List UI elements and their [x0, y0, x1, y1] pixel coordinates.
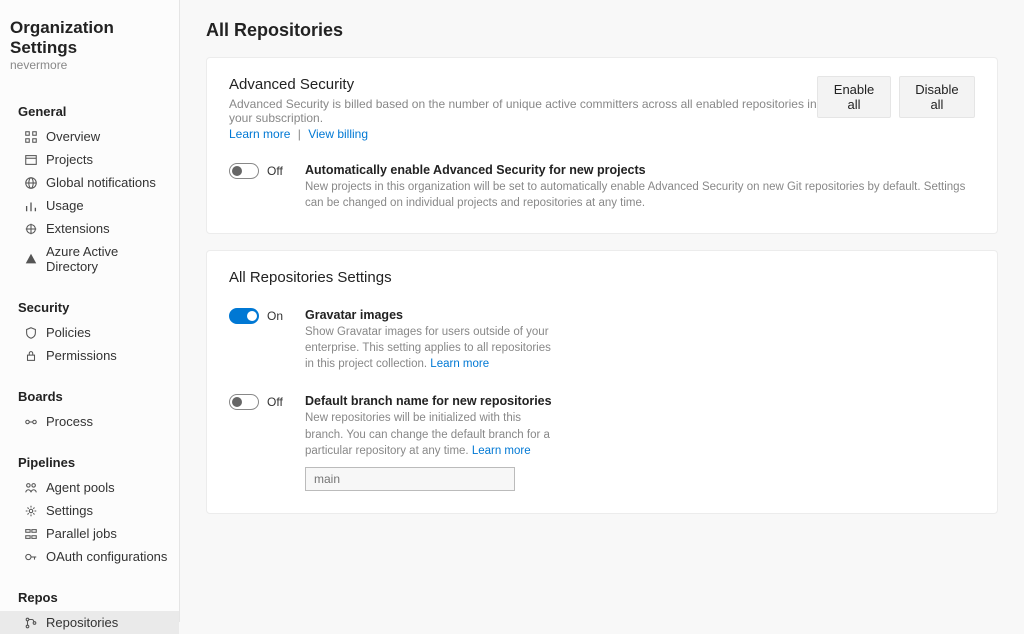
- sidebar-item-label: Global notifications: [46, 175, 156, 190]
- azure-icon: [24, 252, 38, 266]
- default-branch-toggle[interactable]: [229, 394, 259, 410]
- sidebar-item-label: Process: [46, 414, 93, 429]
- learn-more-link[interactable]: Learn more: [229, 127, 290, 141]
- sidebar-item-permissions[interactable]: Permissions: [0, 344, 179, 367]
- sidebar-item-usage[interactable]: Usage: [0, 194, 179, 217]
- gravatar-toggle[interactable]: [229, 308, 259, 324]
- sidebar-item-azure-ad[interactable]: Azure Active Directory: [0, 240, 179, 278]
- shield-icon: [24, 326, 38, 340]
- gravatar-learn-more-link[interactable]: Learn more: [430, 358, 489, 370]
- sidebar-item-parallel-jobs[interactable]: Parallel jobs: [0, 522, 179, 545]
- sidebar-item-label: Azure Active Directory: [46, 244, 169, 274]
- sidebar-item-repositories[interactable]: Repositories: [0, 611, 179, 634]
- gravatar-desc: Show Gravatar images for users outside o…: [305, 324, 555, 372]
- sidebar-item-extensions[interactable]: Extensions: [0, 217, 179, 240]
- gravatar-state: On: [267, 309, 283, 323]
- sidebar-item-label: Overview: [46, 129, 100, 144]
- advanced-security-title: Advanced Security: [229, 76, 817, 93]
- org-name: nevermore: [10, 58, 169, 72]
- repo-icon: [24, 616, 38, 630]
- all-repos-settings-card: All Repositories Settings On Gravatar im…: [206, 250, 998, 514]
- extensions-icon: [24, 222, 38, 236]
- view-billing-link[interactable]: View billing: [308, 127, 368, 141]
- auto-enable-state: Off: [267, 164, 283, 178]
- sidebar-item-label: Repositories: [46, 615, 118, 630]
- default-branch-desc: New repositories will be initialized wit…: [305, 410, 555, 458]
- sidebar-item-label: Permissions: [46, 348, 117, 363]
- default-branch-learn-more-link[interactable]: Learn more: [472, 445, 531, 457]
- parallel-icon: [24, 527, 38, 541]
- projects-icon: [24, 153, 38, 167]
- key-icon: [24, 550, 38, 564]
- sidebar-item-projects[interactable]: Projects: [0, 148, 179, 171]
- sidebar: Organization Settings nevermore General …: [0, 0, 180, 622]
- sidebar-item-process[interactable]: Process: [0, 410, 179, 433]
- bar-chart-icon: [24, 199, 38, 213]
- sidebar-item-label: Usage: [46, 198, 84, 213]
- sidebar-item-label: Agent pools: [46, 480, 115, 495]
- auto-enable-title: Automatically enable Advanced Security f…: [305, 163, 975, 177]
- gravatar-title: Gravatar images: [305, 308, 975, 322]
- sidebar-item-label: Parallel jobs: [46, 526, 117, 541]
- lock-icon: [24, 349, 38, 363]
- sidebar-group-general: General: [0, 100, 179, 125]
- advanced-security-card: Advanced Security Advanced Security is b…: [206, 57, 998, 234]
- sidebar-item-label: OAuth configurations: [46, 549, 167, 564]
- gear-icon: [24, 504, 38, 518]
- sidebar-item-label: Settings: [46, 503, 93, 518]
- grid-icon: [24, 130, 38, 144]
- auto-enable-toggle[interactable]: [229, 163, 259, 179]
- sidebar-item-oauth[interactable]: OAuth configurations: [0, 545, 179, 568]
- agents-icon: [24, 481, 38, 495]
- org-settings-title: Organization Settings: [10, 18, 169, 58]
- sidebar-group-security: Security: [0, 296, 179, 321]
- auto-enable-desc: New projects in this organization will b…: [305, 179, 975, 211]
- enable-all-button[interactable]: Enable all: [817, 76, 891, 118]
- advanced-security-desc: Advanced Security is billed based on the…: [229, 97, 817, 125]
- sidebar-group-pipelines: Pipelines: [0, 451, 179, 476]
- sidebar-item-settings[interactable]: Settings: [0, 499, 179, 522]
- main-content: All Repositories Advanced Security Advan…: [180, 0, 1024, 622]
- globe-icon: [24, 176, 38, 190]
- default-branch-state: Off: [267, 395, 283, 409]
- sidebar-item-label: Policies: [46, 325, 91, 340]
- default-branch-input[interactable]: [305, 467, 515, 491]
- page-title: All Repositories: [206, 20, 998, 41]
- all-repos-title: All Repositories Settings: [229, 269, 975, 286]
- disable-all-button[interactable]: Disable all: [899, 76, 975, 118]
- sidebar-item-label: Extensions: [46, 221, 110, 236]
- sidebar-group-repos: Repos: [0, 586, 179, 611]
- process-icon: [24, 415, 38, 429]
- default-branch-title: Default branch name for new repositories: [305, 394, 975, 408]
- sidebar-item-overview[interactable]: Overview: [0, 125, 179, 148]
- sidebar-item-agent-pools[interactable]: Agent pools: [0, 476, 179, 499]
- sidebar-group-boards: Boards: [0, 385, 179, 410]
- sidebar-item-label: Projects: [46, 152, 93, 167]
- sidebar-item-global-notifications[interactable]: Global notifications: [0, 171, 179, 194]
- sidebar-item-policies[interactable]: Policies: [0, 321, 179, 344]
